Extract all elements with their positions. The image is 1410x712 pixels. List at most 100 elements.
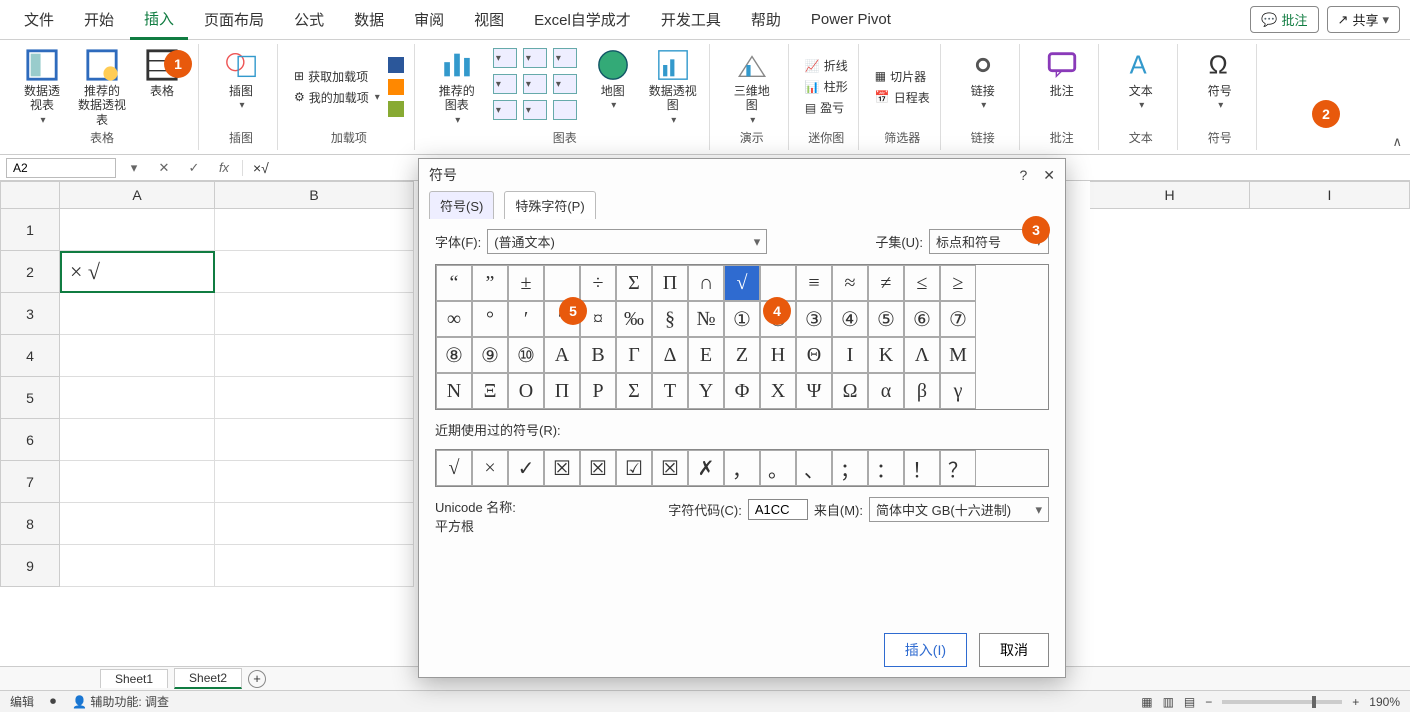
accessibility-status[interactable]: 👤 辅助功能: 调查: [72, 693, 169, 710]
cell[interactable]: [60, 545, 215, 587]
symbol-cell[interactable]: ③: [796, 301, 832, 337]
tab-insert[interactable]: 插入: [130, 0, 188, 40]
recent-symbol-cell[interactable]: ☒: [652, 450, 688, 486]
recent-symbol-cell[interactable]: ✓: [508, 450, 544, 486]
tab-powerpivot[interactable]: Power Pivot: [797, 3, 905, 36]
col-header-a[interactable]: A: [60, 181, 215, 209]
maps-button[interactable]: 地图: [587, 46, 639, 112]
macro-icon[interactable]: ⏺: [50, 694, 56, 709]
stock-chart-icon[interactable]: [523, 100, 547, 120]
row-header[interactable]: 1: [0, 209, 60, 251]
symbol-cell[interactable]: ①: [724, 301, 760, 337]
recent-symbol-cell[interactable]: ！: [904, 450, 940, 486]
symbol-cell[interactable]: ”: [472, 265, 508, 301]
pivotchart-button[interactable]: 数据透视图: [647, 46, 699, 127]
tab-review[interactable]: 审阅: [400, 1, 458, 38]
recent-symbol-cell[interactable]: ；: [832, 450, 868, 486]
tab-symbols[interactable]: 符号(S): [429, 191, 494, 219]
sheet-tab-2[interactable]: Sheet2: [174, 668, 242, 689]
symbol-cell[interactable]: Π: [652, 265, 688, 301]
bar-chart-icon[interactable]: [493, 74, 517, 94]
symbol-cell[interactable]: Η: [760, 337, 796, 373]
sparkline-column[interactable]: 📊柱形: [805, 78, 848, 95]
symbol-cell[interactable]: γ: [940, 373, 976, 409]
symbol-cell[interactable]: ∩: [688, 265, 724, 301]
symbol-button[interactable]: Ω符号: [1194, 46, 1246, 112]
tab-data[interactable]: 数据: [340, 1, 398, 38]
col-header-h[interactable]: H: [1090, 181, 1250, 209]
recent-symbol-cell[interactable]: ：: [868, 450, 904, 486]
sheet-tab-1[interactable]: Sheet1: [100, 669, 168, 688]
cell-a2[interactable]: × √: [60, 251, 215, 293]
slicer-button[interactable]: ▦切片器: [875, 68, 930, 85]
cell[interactable]: [60, 461, 215, 503]
cell[interactable]: [215, 335, 414, 377]
symbol-cell[interactable]: °: [472, 301, 508, 337]
people-icon[interactable]: [388, 101, 404, 117]
symbol-cell[interactable]: №: [688, 301, 724, 337]
symbol-cell[interactable]: Κ: [868, 337, 904, 373]
recent-symbol-cell[interactable]: ☒: [580, 450, 616, 486]
symbol-cell[interactable]: Ν: [436, 373, 472, 409]
view-normal-icon[interactable]: ▦: [1141, 695, 1152, 709]
sparkline-line[interactable]: 📈折线: [805, 57, 848, 74]
timeline-button[interactable]: 📅日程表: [875, 89, 930, 106]
symbol-cell[interactable]: “: [436, 265, 472, 301]
col-header-i[interactable]: I: [1250, 181, 1410, 209]
enter-icon[interactable]: ✓: [182, 160, 206, 176]
char-code-input[interactable]: [748, 499, 808, 520]
tab-custom[interactable]: Excel自学成才: [520, 1, 645, 38]
line-chart-icon[interactable]: [523, 48, 547, 68]
cell[interactable]: [215, 251, 414, 293]
symbol-cell[interactable]: α: [868, 373, 904, 409]
recent-symbol-cell[interactable]: ✗: [688, 450, 724, 486]
symbol-cell[interactable]: Ε: [688, 337, 724, 373]
row-header[interactable]: 6: [0, 419, 60, 461]
symbol-cell[interactable]: [760, 265, 796, 301]
symbol-cell[interactable]: §: [652, 301, 688, 337]
symbol-cell[interactable]: ⑨: [472, 337, 508, 373]
rec-charts-button[interactable]: 推荐的 图表: [431, 46, 483, 127]
subset-combo[interactable]: 标点和符号 3: [929, 229, 1049, 254]
zoom-out-icon[interactable]: −: [1205, 695, 1212, 709]
symbol-cell[interactable]: √: [724, 265, 760, 301]
new-sheet-icon[interactable]: +: [248, 670, 266, 688]
recent-symbol-cell[interactable]: ☑: [616, 450, 652, 486]
cell[interactable]: [60, 503, 215, 545]
zoom-value[interactable]: 190%: [1369, 695, 1400, 709]
symbol-cell[interactable]: ÷: [580, 265, 616, 301]
row-header[interactable]: 4: [0, 335, 60, 377]
symbol-cell[interactable]: ′: [508, 301, 544, 337]
symbol-cell[interactable]: ±: [508, 265, 544, 301]
recent-symbol-cell[interactable]: 。: [760, 450, 796, 486]
symbol-cell[interactable]: [544, 265, 580, 301]
row-header[interactable]: 8: [0, 503, 60, 545]
symbol-cell[interactable]: ≥: [940, 265, 976, 301]
row-header[interactable]: 3: [0, 293, 60, 335]
name-box[interactable]: [6, 158, 116, 178]
cell[interactable]: [60, 293, 215, 335]
collapse-ribbon-icon[interactable]: ∧: [1392, 134, 1402, 150]
symbol-cell[interactable]: ⑤: [868, 301, 904, 337]
cell[interactable]: [215, 461, 414, 503]
symbol-cell[interactable]: Π: [544, 373, 580, 409]
symbol-cell[interactable]: Ι: [832, 337, 868, 373]
symbol-cell[interactable]: Ψ: [796, 373, 832, 409]
symbol-cell[interactable]: ≤: [904, 265, 940, 301]
symbol-cell[interactable]: Ζ: [724, 337, 760, 373]
comment-button[interactable]: 批注: [1036, 46, 1088, 98]
symbol-cell[interactable]: Γ: [616, 337, 652, 373]
my-addins-button[interactable]: ⚙我的加载项: [294, 89, 380, 106]
cell[interactable]: [215, 377, 414, 419]
symbol-cell[interactable]: Υ: [688, 373, 724, 409]
combo-chart-icon[interactable]: [493, 100, 517, 120]
cell[interactable]: [215, 293, 414, 335]
symbol-cell[interactable]: ⑥: [904, 301, 940, 337]
cell[interactable]: [215, 545, 414, 587]
tab-dev[interactable]: 开发工具: [647, 1, 735, 38]
column-chart-icon[interactable]: [493, 48, 517, 68]
more-charts-icon[interactable]: [553, 100, 577, 120]
recent-symbol-cell[interactable]: ，: [724, 450, 760, 486]
symbol-cell[interactable]: Λ: [904, 337, 940, 373]
3dmap-button[interactable]: 三维地 图: [726, 46, 778, 127]
